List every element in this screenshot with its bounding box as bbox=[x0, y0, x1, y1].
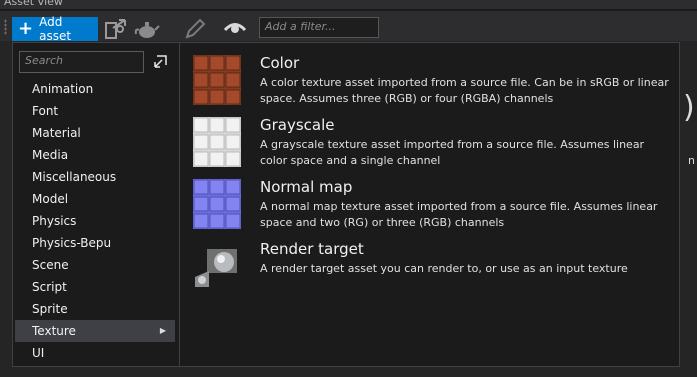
category-item-ui[interactable]: UI bbox=[15, 342, 175, 364]
category-item-model[interactable]: Model bbox=[15, 188, 175, 210]
pencil-icon[interactable] bbox=[181, 16, 207, 42]
category-item-material[interactable]: Material bbox=[15, 122, 175, 144]
asset-name: Color bbox=[260, 54, 300, 72]
asset-description: A grayscale texture asset imported from … bbox=[260, 138, 645, 167]
add-asset-button[interactable]: + Add asset bbox=[12, 15, 98, 43]
asset-option-grayscale[interactable]: Grayscale A grayscale texture asset impo… bbox=[191, 107, 679, 169]
asset-description: A normal map texture asset imported from… bbox=[260, 200, 658, 229]
background-glyph-icon: ) bbox=[683, 90, 695, 125]
category-list: Animation Font Material Media Miscellane… bbox=[15, 78, 175, 364]
category-item-miscellaneous[interactable]: Miscellaneous bbox=[15, 166, 175, 188]
normal-map-thumbnail-icon bbox=[193, 179, 241, 229]
background-text-fragment-icon: n bbox=[688, 154, 695, 167]
plus-icon: + bbox=[18, 18, 34, 39]
asset-description: A color texture asset imported from a so… bbox=[260, 76, 669, 105]
add-asset-label: Add asset bbox=[39, 15, 72, 43]
category-search-input[interactable]: Search bbox=[19, 51, 144, 73]
asset-description: A render target asset you can render to,… bbox=[260, 262, 628, 275]
asset-option-normal-map[interactable]: Normal map A normal map texture asset im… bbox=[191, 169, 679, 231]
category-item-script[interactable]: Script bbox=[15, 276, 175, 298]
asset-name: Grayscale bbox=[260, 116, 335, 134]
category-item-font[interactable]: Font bbox=[15, 100, 175, 122]
category-item-physics[interactable]: Physics bbox=[15, 210, 175, 232]
add-asset-popup: Search Animation Font Material Media Mis… bbox=[12, 42, 680, 367]
asset-name: Render target bbox=[260, 240, 364, 258]
toolbar-grip-icon[interactable] bbox=[4, 19, 7, 35]
render-target-thumbnail-icon bbox=[195, 249, 237, 287]
submenu-arrow-icon: ▶ bbox=[159, 326, 166, 335]
category-item-media[interactable]: Media bbox=[15, 144, 175, 166]
grayscale-texture-thumbnail-icon bbox=[193, 117, 241, 167]
window-titlebar: Asset view bbox=[0, 0, 697, 9]
filter-input[interactable]: Add a filter... bbox=[259, 17, 379, 38]
window-title: Asset view bbox=[4, 0, 63, 8]
category-item-scene[interactable]: Scene bbox=[15, 254, 175, 276]
asset-name: Normal map bbox=[260, 178, 353, 196]
category-panel: Search Animation Font Material Media Mis… bbox=[13, 43, 180, 366]
category-item-physics-bepu[interactable]: Physics-Bepu bbox=[15, 232, 175, 254]
teapot-icon[interactable] bbox=[134, 16, 160, 42]
color-texture-thumbnail-icon bbox=[193, 55, 241, 105]
category-item-texture[interactable]: Texture ▶ bbox=[15, 320, 175, 342]
eye-icon[interactable] bbox=[222, 16, 248, 42]
import-icon[interactable] bbox=[103, 16, 129, 42]
collapse-icon[interactable] bbox=[152, 54, 168, 70]
asset-option-render-target[interactable]: Render target A render target asset you … bbox=[191, 231, 679, 293]
asset-option-color[interactable]: Color A color texture asset imported fro… bbox=[191, 45, 679, 107]
category-item-animation[interactable]: Animation bbox=[15, 78, 175, 100]
category-item-sprite[interactable]: Sprite bbox=[15, 298, 175, 320]
